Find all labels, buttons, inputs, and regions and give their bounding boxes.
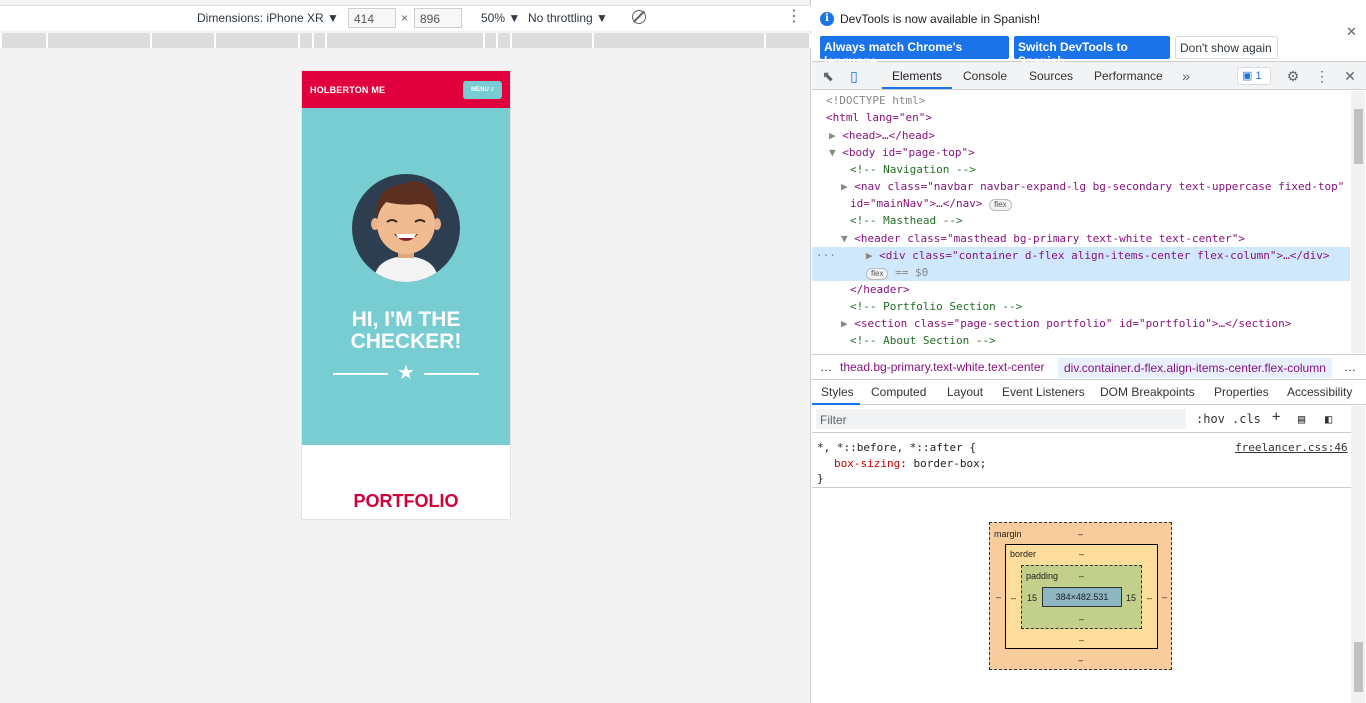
devtools-tabbar: ⬉ ▯ Elements Console Sources Performance… [812, 62, 1366, 90]
emulated-page: HOLBERTON ME MENU ≡ HI, I'M THE CHECKER!… [302, 71, 510, 519]
tab-performance[interactable]: Performance [1094, 69, 1163, 83]
dom-tree: <!DOCTYPE html> <html lang="en"> ▶ <head… [812, 91, 1350, 353]
tab-properties[interactable]: Properties [1214, 385, 1269, 399]
device-height-input[interactable]: 896 [414, 8, 462, 28]
close-icon[interactable]: ✕ [1346, 24, 1357, 40]
issues-badge[interactable]: ▣ 1 [1237, 67, 1271, 85]
box-model-padding[interactable]: padding – 15 15 – 384×482.531 [1021, 565, 1142, 629]
tab-elements[interactable]: Elements [892, 69, 942, 83]
tab-console[interactable]: Console [963, 69, 1007, 83]
dom-comment[interactable]: <!-- Portfolio Section --> [812, 298, 1350, 315]
css-rule: *, *::before, *::after { freelancer.css:… [812, 438, 1352, 488]
breadcrumb-more[interactable]: … [1344, 360, 1356, 374]
new-rule-button[interactable]: + [1272, 409, 1280, 425]
switch-to-spanish-button[interactable]: Switch DevTools to Spanish [1014, 36, 1170, 68]
dom-comment[interactable]: <!-- Navigation --> [812, 161, 1350, 178]
breadcrumb-more[interactable]: … [820, 360, 832, 374]
inspect-element-icon[interactable]: ⬉ [820, 68, 836, 84]
infobar-message: DevTools is now available in Spanish! [840, 12, 1041, 26]
media-query-ruler[interactable] [0, 33, 811, 48]
dom-selected-node[interactable]: ··· ▶ <div class="container d-flex align-… [812, 247, 1350, 281]
dom-line[interactable]: ▶ <head>…</head> [812, 127, 1350, 144]
styles-filter-bar: Filter :hov .cls + ▤ ◧ [812, 406, 1352, 433]
hover-state-toggle[interactable]: :hov [1196, 412, 1225, 426]
box-model-content[interactable]: 384×482.531 [1042, 587, 1122, 607]
dom-comment[interactable]: <!-- Masthead --> [812, 212, 1350, 229]
box-model-border[interactable]: border – – – – padding – 15 15 – 384×482… [1005, 544, 1158, 649]
dom-line[interactable]: ▼ <body id="page-top"> [812, 144, 1350, 161]
close-devtools-icon[interactable]: ✕ [1342, 68, 1358, 84]
device-toolbar: Dimensions: iPhone XR ▼ 414 × 896 50% ▼ … [0, 5, 811, 31]
menu-button[interactable]: MENU ≡ [463, 80, 502, 99]
rule-selector[interactable]: *, *::before, *::after { [817, 441, 976, 454]
class-toggle[interactable]: .cls [1232, 412, 1261, 426]
flex-badge[interactable]: flex [866, 268, 889, 280]
dom-scrollbar[interactable] [1351, 91, 1365, 353]
device-dimensions-dropdown[interactable]: Dimensions: iPhone XR ▼ [197, 11, 339, 25]
dom-line[interactable]: ▼ <header class="masthead bg-primary tex… [812, 230, 1350, 247]
device-toggle-icon[interactable]: ▯ [846, 68, 862, 84]
throttling-dropdown[interactable]: No throttling ▼ [528, 11, 608, 25]
zoom-dropdown[interactable]: 50% ▼ [481, 11, 520, 25]
more-tabs-icon[interactable]: » [1178, 68, 1194, 84]
breadcrumb: … thead.bg-primary.text-white.text-cente… [812, 354, 1366, 380]
dom-line[interactable]: <html lang="en"> [812, 109, 1350, 126]
dom-line[interactable]: id="mainNav">…</nav> flex [812, 195, 1350, 212]
device-width-input[interactable]: 414 [348, 8, 396, 28]
site-navbar: HOLBERTON ME MENU ≡ [302, 71, 510, 108]
dom-line[interactable]: </header> [812, 281, 1350, 298]
tab-styles[interactable]: Styles [821, 385, 854, 399]
breadcrumb-item-active[interactable]: div.container.d-flex.align-items-center.… [1058, 358, 1332, 378]
info-icon: i [820, 12, 834, 26]
customize-menu-icon[interactable]: ⋮ [1314, 68, 1330, 84]
box-model-margin[interactable]: margin – – – – border – – – – padding – … [989, 522, 1172, 670]
sidebar-toggle-icon[interactable]: ◧ [1325, 412, 1332, 426]
paint-icon[interactable]: ▤ [1298, 412, 1305, 426]
rule-source-link[interactable]: freelancer.css:46 [1235, 441, 1348, 454]
devtools-panel: i DevTools is now available in Spanish! … [812, 0, 1366, 703]
flex-badge[interactable]: flex [989, 199, 1012, 211]
tab-layout[interactable]: Layout [947, 385, 983, 399]
styles-filter-input[interactable]: Filter [816, 409, 1186, 429]
times-sign: × [401, 11, 409, 25]
rule-declaration[interactable]: box-sizing: border-box; [834, 457, 986, 470]
styles-tabbar: Styles Computed Layout Event Listeners D… [812, 380, 1366, 405]
breadcrumb-item[interactable]: thead.bg-primary.text-white.text-center [840, 360, 1045, 374]
dom-line[interactable]: ▶ <nav class="navbar navbar-expand-lg bg… [812, 178, 1350, 195]
more-options-icon[interactable]: ⋮ [786, 8, 802, 26]
tab-sources[interactable]: Sources [1029, 69, 1073, 83]
dom-comment[interactable]: <!-- About Section --> [812, 332, 1350, 349]
masthead-heading: HI, I'M THE CHECKER! [350, 308, 462, 353]
device-emulation-pane: Dimensions: iPhone XR ▼ 414 × 896 50% ▼ … [0, 0, 811, 703]
star-icon: ★ [397, 362, 415, 384]
site-brand-link[interactable]: HOLBERTON ME [310, 85, 385, 95]
dom-line[interactable]: <!DOCTYPE html> [812, 92, 1350, 109]
rotate-icon[interactable] [632, 10, 646, 24]
tab-event-listeners[interactable]: Event Listeners [1002, 385, 1085, 399]
settings-gear-icon[interactable]: ⚙ [1285, 68, 1301, 84]
tab-dom-breakpoints[interactable]: DOM Breakpoints [1100, 385, 1195, 399]
always-match-language-button[interactable]: Always match Chrome's language [820, 36, 1009, 68]
styles-scrollbar[interactable] [1351, 406, 1365, 703]
language-infobar: i DevTools is now available in Spanish! … [812, 0, 1366, 68]
portfolio-heading: PORTFOLIO [353, 491, 459, 511]
dom-line[interactable]: ▶ <section class="page-section portfolio… [812, 315, 1350, 332]
tab-computed[interactable]: Computed [871, 385, 926, 399]
tab-accessibility[interactable]: Accessibility [1287, 385, 1352, 399]
masthead: HI, I'M THE CHECKER! ★ [302, 108, 510, 445]
star-divider: ★ [333, 362, 479, 384]
rule-close: } [817, 472, 824, 485]
avatar-illustration [352, 174, 460, 282]
dont-show-again-button[interactable]: Don't show again [1175, 36, 1278, 59]
